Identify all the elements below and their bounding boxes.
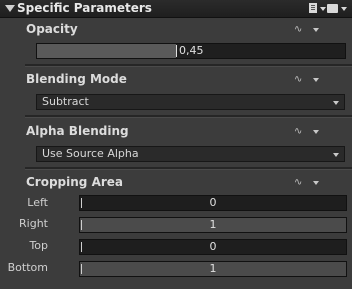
opacity-slider[interactable]: 0,45 [36,43,346,59]
crop-top-field[interactable]: 0 [79,239,347,255]
chevron-down-icon[interactable] [341,7,347,11]
folder-icon[interactable] [327,4,338,13]
alpha-blending-dropdown[interactable]: Use Source Alpha [36,146,345,162]
animation-curve-icon[interactable]: ∿ [294,127,306,137]
crop-left-field[interactable]: 0 [79,195,347,211]
panel-title: Specific Parameters [17,1,152,15]
crop-left-label: Left [27,196,48,209]
opacity-slider-handle[interactable] [176,45,177,57]
chevron-down-icon[interactable] [320,7,326,11]
animation-curve-icon[interactable]: ∿ [294,178,306,188]
crop-bottom-field[interactable]: 1 [79,261,347,277]
document-icon[interactable] [309,3,317,13]
crop-left-value: 0 [209,196,217,209]
field-cursor [81,264,82,274]
chevron-down-icon[interactable] [313,28,319,32]
blending-mode-dropdown[interactable]: Subtract [36,94,345,110]
crop-bottom-value: 1 [209,262,217,275]
collapse-triangle-icon[interactable] [5,5,15,12]
section-divider [25,115,352,118]
crop-right-value: 1 [209,218,217,231]
chevron-down-icon[interactable] [313,130,319,134]
panel-header[interactable]: Specific Parameters [0,0,352,18]
animation-curve-icon[interactable]: ∿ [294,25,306,35]
chevron-down-icon[interactable] [313,78,319,82]
opacity-label: Opacity [26,22,78,36]
crop-bottom-label: Bottom [7,261,48,274]
crop-top-label: Top [29,239,48,252]
section-divider [25,167,352,170]
blending-mode-selected: Subtract [42,95,89,108]
opacity-slider-fill [37,44,176,58]
chevron-down-icon [333,153,339,157]
alpha-blending-selected: Use Source Alpha [42,147,139,160]
crop-right-label: Right [19,217,48,230]
chevron-down-icon [333,101,339,105]
field-cursor [81,242,82,252]
crop-right-field[interactable]: 1 [79,217,347,233]
chevron-down-icon[interactable] [313,181,319,185]
field-cursor [81,198,82,208]
cropping-area-label: Cropping Area [26,175,124,189]
field-cursor [81,220,82,230]
alpha-blending-label: Alpha Blending [26,124,129,138]
section-divider [25,64,352,67]
crop-top-value: 0 [209,240,217,253]
blending-mode-label: Blending Mode [26,72,127,86]
opacity-value: 0,45 [179,44,204,57]
animation-curve-icon[interactable]: ∿ [294,75,306,85]
